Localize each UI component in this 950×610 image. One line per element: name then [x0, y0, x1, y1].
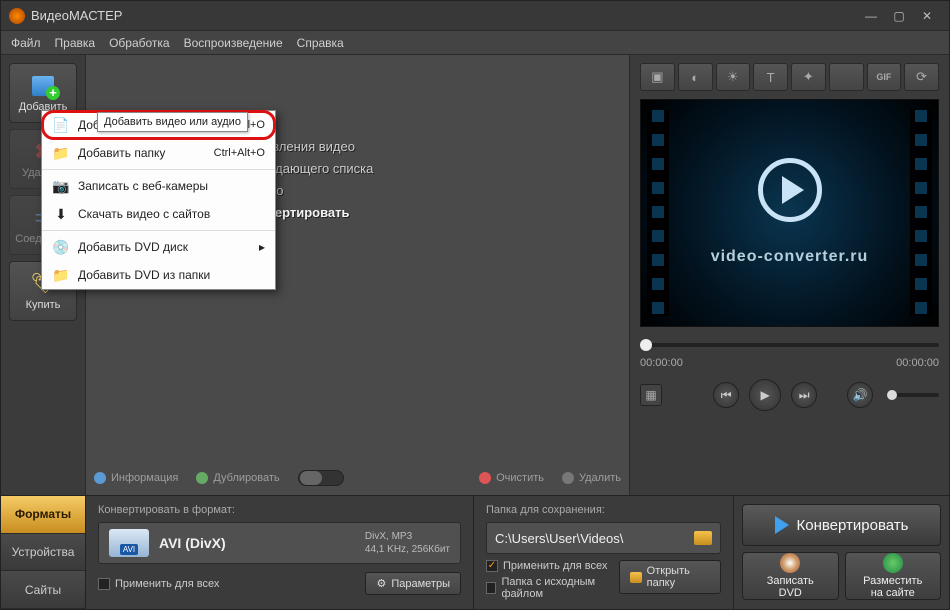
buy-label: Купить — [26, 299, 61, 311]
menu-record-webcam[interactable]: 📷 Записать с веб-камеры — [42, 172, 275, 200]
webcam-icon: 📷 — [52, 178, 70, 194]
convert-button[interactable]: Конвертировать — [742, 504, 941, 546]
view-toggle[interactable] — [298, 470, 344, 486]
format-panel: Конвертировать в формат: AVI (DivX) DivX… — [86, 496, 474, 609]
globe-icon — [883, 553, 903, 573]
next-button[interactable]: ⏭ — [791, 382, 817, 408]
menu-file[interactable]: Файл — [11, 36, 41, 50]
info-action[interactable]: Информация — [94, 472, 178, 484]
format-selector[interactable]: AVI (DivX) DivX, MP3 44,1 KHz, 256Кбит — [98, 522, 461, 564]
folder-panel-title: Папка для сохранения: — [486, 504, 721, 516]
burn-dvd-button[interactable]: ЗаписатьDVD — [742, 552, 839, 600]
menu-edit[interactable]: Правка — [55, 36, 96, 50]
clear-action[interactable]: Очистить — [479, 472, 544, 484]
tab-formats[interactable]: Форматы — [1, 496, 85, 534]
volume-button[interactable]: 🔊 — [847, 382, 873, 408]
open-folder-icon — [630, 572, 642, 583]
menu-download-video[interactable]: ⬇ Скачать видео с сайтов — [42, 200, 275, 228]
menu-add-dvd[interactable]: 💿 Добавить DVD диск ▸ — [42, 233, 275, 261]
rotate-icon[interactable]: ⟳ — [904, 63, 939, 91]
minimize-button[interactable]: — — [857, 6, 885, 26]
seek-bar[interactable] — [640, 337, 939, 353]
blank-icon[interactable] — [829, 63, 864, 91]
volume-slider[interactable] — [887, 393, 939, 397]
contrast-icon[interactable]: ◐ — [678, 63, 713, 91]
add-tooltip: Добавить видео или аудио — [97, 112, 248, 132]
menu-playback[interactable]: Воспроизведение — [184, 36, 283, 50]
crop-icon[interactable]: ▣ — [640, 63, 675, 91]
disc-icon — [780, 553, 800, 573]
text-icon[interactable]: T — [753, 63, 788, 91]
preview-display: video-converter.ru — [640, 99, 939, 327]
menu-add-dvd-folder[interactable]: 📁 Добавить DVD из папки — [42, 261, 275, 289]
avi-icon — [109, 529, 149, 557]
dvd-icon: 💿 — [52, 239, 70, 255]
folder-panel: Папка для сохранения: C:\Users\User\Vide… — [474, 496, 734, 609]
close-button[interactable]: ✕ — [913, 6, 941, 26]
menu-add-folder[interactable]: 📁 Добавить папку Ctrl+Alt+O — [42, 139, 275, 167]
open-folder-button[interactable]: Открыть папку — [619, 560, 721, 594]
app-icon — [9, 8, 25, 24]
menu-process[interactable]: Обработка — [109, 36, 170, 50]
menu-help[interactable]: Справка — [297, 36, 344, 50]
add-folder-icon: 📁 — [52, 145, 70, 161]
speed-icon[interactable]: ✦ — [791, 63, 826, 91]
preview-panel: ▣ ◐ ☀ T ✦ GIF ⟳ video-converter.ru 00:00… — [629, 55, 949, 495]
tab-devices[interactable]: Устройства — [1, 534, 85, 572]
tab-sites[interactable]: Сайты — [1, 571, 85, 609]
convert-panel: Конвертировать ЗаписатьDVD Разместитьна … — [734, 496, 949, 609]
playback-controls: ▦ ⏮ ▶ ⏭ 🔊 — [640, 379, 939, 411]
brand-text: video-converter.ru — [641, 248, 938, 266]
source-folder-checkbox[interactable]: Папка с исходным файлом — [486, 576, 619, 600]
snapshot-button[interactable]: ▦ — [640, 384, 662, 406]
list-actions: Информация Дублировать Очистить Удалить — [94, 463, 621, 493]
app-title: ВидеоМАСТЕР — [31, 8, 857, 23]
apply-all-checkbox[interactable]: Применить для всех — [98, 578, 219, 590]
download-icon: ⬇ — [52, 206, 70, 222]
titlebar: ВидеоМАСТЕР — ▢ ✕ — [1, 1, 949, 31]
duplicate-action[interactable]: Дублировать — [196, 472, 279, 484]
film-strip-right — [910, 110, 932, 316]
folder-icon[interactable] — [694, 531, 712, 545]
params-button[interactable]: ⚙Параметры — [365, 572, 461, 595]
delete-icon — [562, 472, 574, 484]
folder-path: C:\Users\User\Videos\ — [495, 531, 688, 546]
publish-button[interactable]: Разместитьна сайте — [845, 552, 942, 600]
folder-path-box[interactable]: C:\Users\User\Videos\ — [486, 522, 721, 554]
format-name: AVI (DivX) — [159, 535, 226, 551]
dvd-folder-icon: 📁 — [52, 267, 70, 283]
info-icon — [94, 472, 106, 484]
output-tabs: Форматы Устройства Сайты — [1, 496, 86, 609]
duplicate-icon — [196, 472, 208, 484]
play-button[interactable]: ▶ — [749, 379, 781, 411]
add-dropdown-menu: 📄 Добавить видео или аудио Ctrl+O 📁 Доба… — [41, 110, 276, 290]
format-panel-title: Конвертировать в формат: — [98, 504, 461, 516]
brightness-icon[interactable]: ☀ — [716, 63, 751, 91]
delete-action[interactable]: Удалить — [562, 472, 621, 484]
gif-icon[interactable]: GIF — [867, 63, 902, 91]
folder-apply-checkbox[interactable]: Применить для всех — [486, 560, 619, 572]
chevron-right-icon: ▸ — [259, 240, 265, 254]
prev-button[interactable]: ⏮ — [713, 382, 739, 408]
clear-icon — [479, 472, 491, 484]
time-start: 00:00:00 — [640, 357, 683, 369]
add-file-icon: 📄 — [52, 117, 70, 133]
add-icon — [32, 76, 54, 96]
play-overlay-icon — [758, 158, 822, 222]
arrow-icon — [775, 516, 789, 534]
gear-icon: ⚙ — [376, 577, 386, 590]
effects-toolbar: ▣ ◐ ☀ T ✦ GIF ⟳ — [640, 63, 939, 91]
menubar: Файл Правка Обработка Воспроизведение Сп… — [1, 31, 949, 55]
maximize-button[interactable]: ▢ — [885, 6, 913, 26]
time-end: 00:00:00 — [896, 357, 939, 369]
film-strip-left — [647, 110, 669, 316]
